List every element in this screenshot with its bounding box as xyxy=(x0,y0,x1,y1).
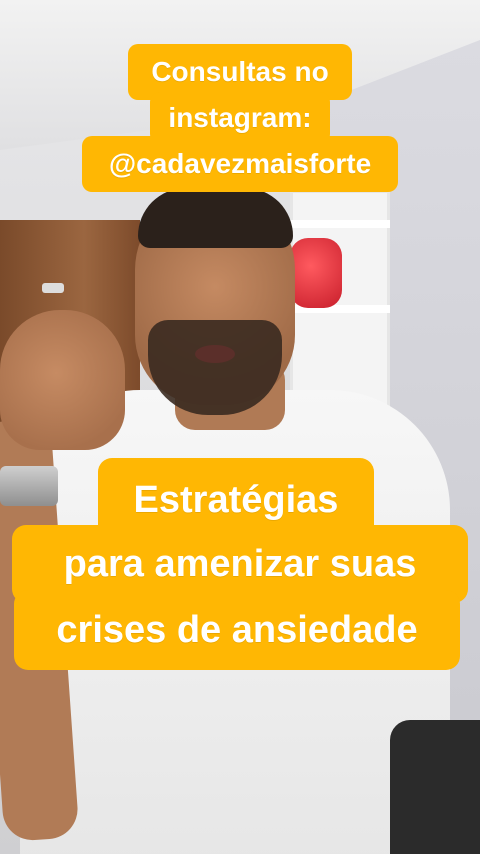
person-hair xyxy=(138,188,293,248)
chair xyxy=(390,720,480,854)
person-mouth xyxy=(195,345,235,363)
red-decor-object xyxy=(290,238,342,308)
top-caption-line-3: @cadavezmaisforte xyxy=(82,136,398,192)
shelf-board xyxy=(290,220,390,228)
person-hand xyxy=(0,310,125,450)
wrist-watch xyxy=(0,466,58,506)
bottom-caption-line-3: crises de ansiedade xyxy=(14,590,460,670)
door-handle xyxy=(42,283,64,293)
